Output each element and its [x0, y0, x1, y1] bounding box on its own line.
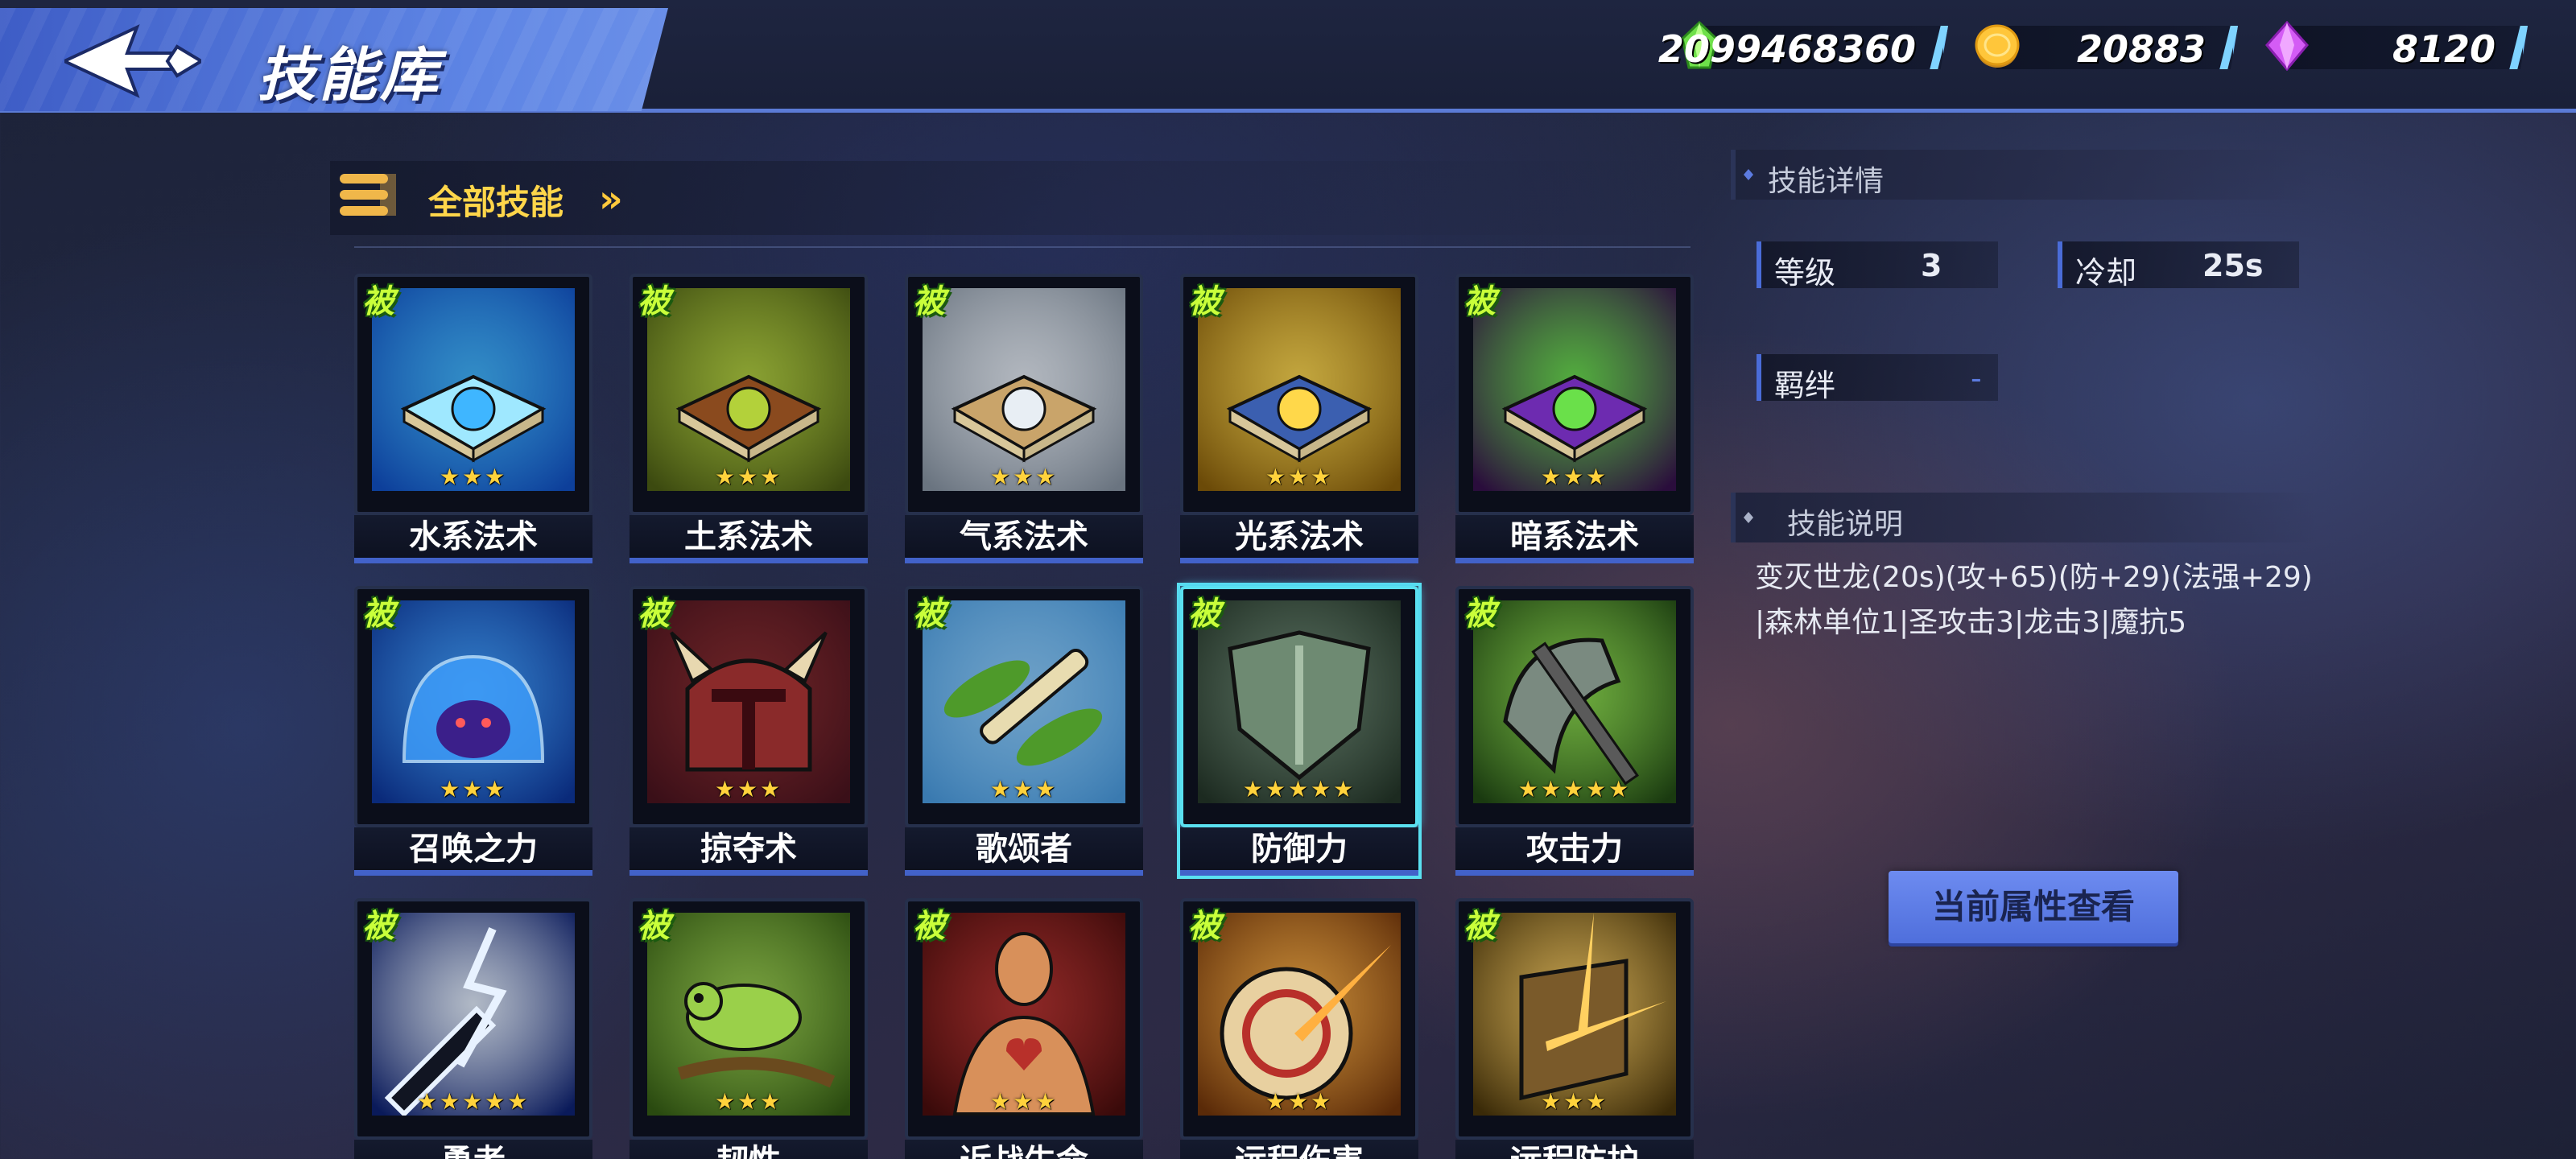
star-rating: ★★★★★ — [416, 1088, 530, 1115]
skill-name: 光系法术 — [1180, 515, 1418, 563]
description-line-2: |森林单位1|圣攻击3|龙击3|魔抗5 — [1755, 606, 2187, 639]
skill-name: 防御力 — [1180, 827, 1418, 876]
skill-name: 暗系法术 — [1455, 515, 1694, 563]
passive-badge: 被 — [1463, 283, 1496, 320]
spade-pip-icon — [1744, 169, 1753, 180]
passive-badge: 被 — [1188, 283, 1220, 320]
passive-badge: 被 — [913, 283, 945, 320]
skill-card[interactable]: 被 ★★★★★ 攻击力 — [1455, 586, 1694, 876]
skill-card[interactable]: 被 ★★★ 歌颂者 — [905, 586, 1143, 876]
skill-name: 土系法术 — [630, 515, 868, 563]
top-bar: 技能库 2099468360 20883 8120 — [0, 0, 2576, 113]
skill-card[interactable]: 被 ★★★ 远程防护 — [1455, 898, 1694, 1159]
passive-badge: 被 — [362, 908, 394, 945]
skill-card[interactable]: 被 ★★★ 远程伤害 — [1180, 898, 1418, 1159]
passive-badge: 被 — [1188, 596, 1220, 633]
gold-value: 20883 — [2076, 27, 2206, 71]
passive-badge: 被 — [638, 596, 670, 633]
skill-name: 召唤之力 — [354, 827, 592, 876]
star-rating: ★★★ — [714, 464, 783, 490]
skill-card[interactable]: 被 ★★★ 土系法术 — [630, 274, 868, 563]
star-rating: ★★★ — [1540, 1088, 1609, 1115]
passive-badge: 被 — [362, 596, 394, 633]
skill-name: 歌颂者 — [905, 827, 1143, 876]
skill-name: 攻击力 — [1455, 827, 1694, 876]
skill-name: 勇者 — [354, 1140, 592, 1159]
skill-card[interactable]: 被 ★★★ 召唤之力 — [354, 586, 592, 876]
gold-coin-icon — [1975, 24, 2020, 68]
skill-name: 韧性 — [630, 1140, 868, 1159]
skill-card[interactable]: 被 ★★★ 光系法术 — [1180, 274, 1418, 563]
passive-badge: 被 — [1188, 908, 1220, 945]
purple-diamond-icon — [2265, 21, 2309, 71]
filter-all-skills[interactable]: 全部技能 — [428, 175, 564, 225]
star-rating: ★★★ — [1265, 464, 1334, 490]
level-label: 等级 — [1774, 255, 1836, 291]
currency-emerald: 2099468360 — [1658, 21, 1948, 71]
level-value: 3 — [1921, 248, 1942, 283]
skill-card[interactable]: 被 ★★★ 水系法术 — [354, 274, 592, 563]
skill-card[interactable]: 被 ★★★ 韧性 — [630, 898, 868, 1159]
cooldown-row: 冷却 25s — [2058, 241, 2299, 291]
passive-badge: 被 — [362, 283, 394, 320]
star-rating: ★★★ — [989, 464, 1059, 490]
passive-badge: 被 — [913, 908, 945, 945]
skill-name: 近战生命 — [905, 1140, 1143, 1159]
emerald-value: 2099468360 — [1657, 27, 1916, 71]
star-rating: ★★★★★ — [1242, 776, 1356, 802]
star-rating: ★★★ — [439, 776, 508, 802]
star-rating: ★★★ — [714, 1088, 783, 1115]
skill-details-header: 技能详情 — [1731, 150, 2318, 200]
passive-badge: 被 — [1463, 596, 1496, 633]
skill-name: 水系法术 — [354, 515, 592, 563]
star-rating: ★★★ — [1540, 464, 1609, 490]
skill-description: 变灭世龙(20s)(攻+65)(防+29)(法强+29) |森林单位1|圣攻击3… — [1755, 555, 2334, 645]
skill-name: 掠夺术 — [630, 827, 868, 876]
passive-badge: 被 — [638, 908, 670, 945]
star-rating: ★★★ — [714, 776, 783, 802]
star-rating: ★★★★★ — [1517, 776, 1632, 802]
currency-diamond: 8120 — [2262, 21, 2528, 71]
cooldown-value: 25s — [2202, 248, 2264, 283]
skill-card[interactable]: 被 ★★★★★ 勇者 — [354, 898, 592, 1159]
list-filter-icon[interactable] — [338, 171, 399, 222]
bond-row: 羁绊 - — [1757, 354, 1998, 403]
skill-name: 远程防护 — [1455, 1140, 1694, 1159]
spade-pip-icon — [1744, 512, 1753, 523]
skill-card[interactable]: 被 ★★★ 掠夺术 — [630, 586, 868, 876]
star-rating: ★★★ — [1265, 1088, 1334, 1115]
page-title: 技能库 — [258, 41, 442, 109]
currency-gold: 20883 — [1972, 21, 2238, 71]
skill-name: 气系法术 — [905, 515, 1143, 563]
view-current-attributes-button[interactable]: 当前属性查看 — [1889, 871, 2178, 943]
star-rating: ★★★ — [989, 1088, 1059, 1115]
divider — [354, 246, 1690, 248]
bond-label: 羁绊 — [1774, 368, 1836, 403]
skill-name: 远程伤害 — [1180, 1140, 1418, 1159]
cooldown-label: 冷却 — [2075, 255, 2137, 291]
level-row: 等级 3 — [1757, 241, 1998, 291]
star-rating: ★★★ — [439, 464, 508, 490]
passive-badge: 被 — [1463, 908, 1496, 945]
description-line-1: 变灭世龙(20s)(攻+65)(防+29)(法强+29) — [1755, 561, 2313, 594]
back-arrow-icon — [60, 24, 204, 98]
skill-card[interactable]: 被 ★★★★★ 防御力 — [1177, 583, 1422, 879]
star-rating: ★★★ — [989, 776, 1059, 802]
skill-description-header: 技能说明 — [1731, 493, 2318, 542]
passive-badge: 被 — [913, 596, 945, 633]
skill-card[interactable]: 被 ★★★ 气系法术 — [905, 274, 1143, 563]
double-chevron-right-icon[interactable]: » — [599, 177, 623, 221]
diamond-value: 8120 — [2392, 27, 2496, 71]
skill-card[interactable]: 被 ★★★ 近战生命 — [905, 898, 1143, 1159]
back-button[interactable] — [60, 23, 204, 100]
bond-value: - — [1971, 361, 1982, 396]
passive-badge: 被 — [638, 283, 670, 320]
skill-card[interactable]: 被 ★★★ 暗系法术 — [1455, 274, 1694, 563]
